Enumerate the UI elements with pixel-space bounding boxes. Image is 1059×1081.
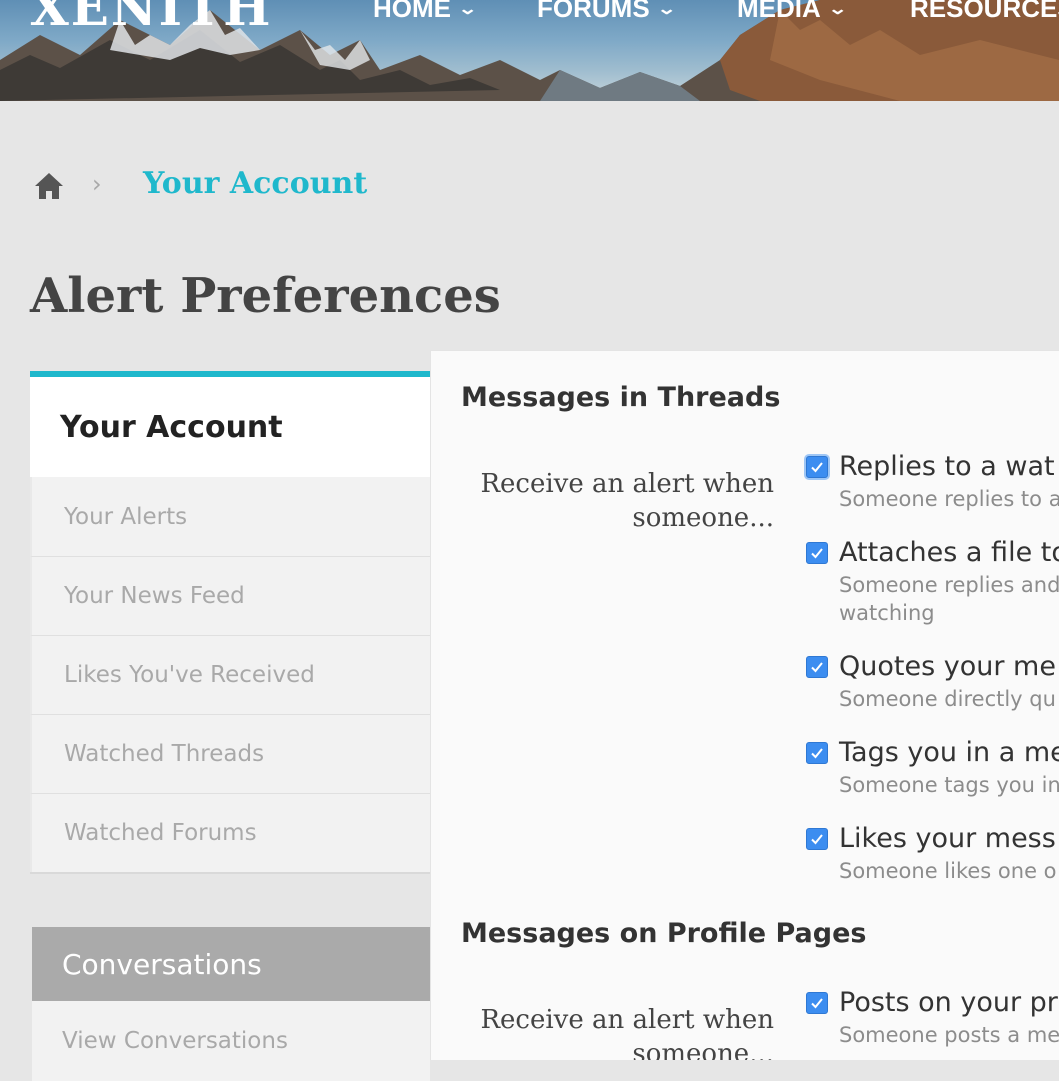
sidebar-item-list: Your Alerts Your News Feed Likes You've …: [30, 477, 430, 874]
checkbox-checked-icon[interactable]: [806, 828, 828, 850]
sidebar-item-view-conversations[interactable]: View Conversations: [32, 1001, 430, 1081]
nav-resources[interactable]: RESOURCES: [910, 0, 1059, 28]
sidebar-item-your-alerts[interactable]: Your Alerts: [30, 477, 430, 556]
option-description-line2: watching: [839, 601, 935, 625]
page-title: Alert Preferences: [30, 268, 501, 324]
chevron-down-icon: ⌄: [457, 1, 478, 18]
option-description: Someone tags you in: [839, 773, 1059, 797]
sidebar-item-likes-received[interactable]: Likes You've Received: [30, 635, 430, 714]
checkbox-checked-icon[interactable]: [806, 656, 828, 678]
checkbox-checked-icon[interactable]: [806, 542, 828, 564]
receive-alert-label: Receive an alert when someone...: [461, 1003, 774, 1060]
option-label: Posts on your pr: [839, 987, 1058, 1018]
chevron-right-icon: ›: [92, 170, 102, 198]
sidebar-item-watched-forums[interactable]: Watched Forums: [30, 793, 430, 872]
site-logo[interactable]: XENITH: [30, 0, 272, 37]
option-description: Someone replies and watching: [839, 571, 1059, 627]
home-icon[interactable]: [34, 172, 64, 200]
section-title-threads: Messages in Threads: [461, 382, 781, 413]
receive-alert-line2: someone...: [632, 503, 774, 533]
nav-forums[interactable]: FORUMS ⌄: [537, 0, 677, 28]
nav-media-label: MEDIA: [737, 0, 821, 23]
alert-preferences-panel: Messages in Threads Receive an alert whe…: [430, 350, 1059, 1060]
receive-alert-line1: Receive an alert when: [480, 469, 774, 499]
nav-home[interactable]: HOME ⌄: [373, 0, 478, 28]
nav-media[interactable]: MEDIA ⌄: [737, 0, 848, 28]
receive-alert-line2: someone...: [632, 1039, 774, 1060]
option-description: Someone directly qu: [839, 687, 1056, 711]
checkbox-checked-icon[interactable]: [806, 992, 828, 1014]
option-description: Someone likes one o: [839, 859, 1057, 883]
nav-resources-label: RESOURCES: [910, 0, 1059, 23]
checkbox-checked-icon[interactable]: [806, 742, 828, 764]
option-label: Attaches a file to: [839, 537, 1059, 568]
sidebar-item-news-feed[interactable]: Your News Feed: [30, 556, 430, 635]
option-description: Someone posts a me: [839, 1023, 1059, 1047]
checkbox-checked-icon[interactable]: [806, 456, 828, 478]
option-label: Tags you in a me: [839, 737, 1059, 768]
conversations-heading[interactable]: Conversations: [32, 927, 430, 1001]
nav-forums-label: FORUMS: [537, 0, 650, 23]
option-description: Someone replies to a: [839, 487, 1059, 511]
sidebar-item-watched-threads[interactable]: Watched Threads: [30, 714, 430, 793]
chevron-down-icon: ⌄: [656, 1, 677, 18]
option-label: Quotes your me: [839, 651, 1056, 682]
option-description-line1: Someone replies and: [839, 573, 1059, 597]
option-label: Likes your mess: [839, 823, 1056, 854]
breadcrumb-current[interactable]: Your Account: [143, 166, 367, 201]
option-label: Replies to a wat: [839, 451, 1055, 482]
sidebar-heading[interactable]: Your Account: [30, 377, 430, 477]
sidebar-account-block: Your Account Your Alerts Your News Feed …: [30, 371, 430, 874]
receive-alert-line1: Receive an alert when: [480, 1005, 774, 1035]
sidebar-conversations-block: Conversations View Conversations: [32, 927, 430, 1081]
nav-home-label: HOME: [373, 0, 451, 23]
chevron-down-icon: ⌄: [827, 1, 848, 18]
header-banner: XENITH HOME ⌄ FORUMS ⌄ MEDIA ⌄ RESOURCES: [0, 0, 1059, 101]
section-title-profile-pages: Messages on Profile Pages: [461, 918, 867, 949]
receive-alert-label: Receive an alert when someone...: [461, 467, 774, 535]
